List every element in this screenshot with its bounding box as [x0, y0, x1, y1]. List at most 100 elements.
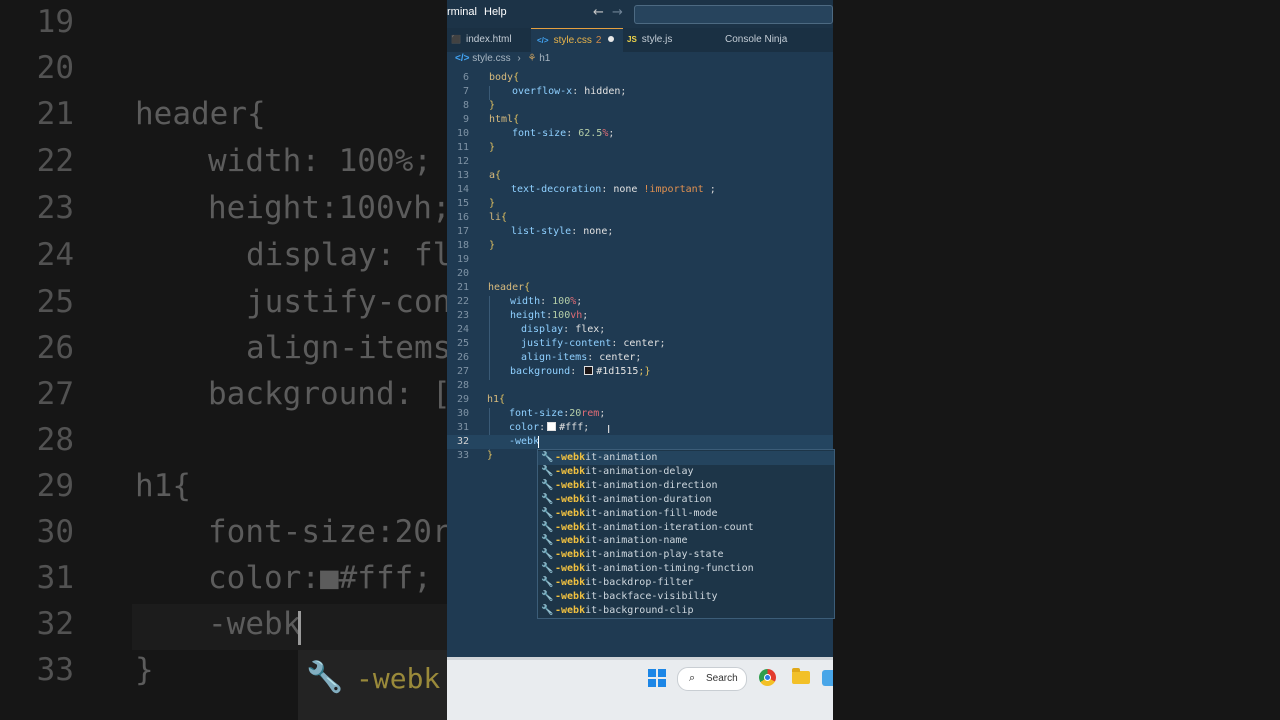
code-line: 17 list-style: none; — [456, 226, 614, 237]
bg-code-line: 30 font-size:20r — [36, 514, 447, 550]
code-line: 26 align-items: center; — [456, 352, 642, 363]
code-line: 24 display: flex; — [456, 324, 606, 335]
app-icon[interactable] — [822, 670, 833, 686]
code-line: 12 — [456, 156, 469, 167]
tab-label: style.js — [641, 34, 673, 45]
file-explorer-icon[interactable] — [792, 668, 810, 684]
arrow-right-icon[interactable]: → — [612, 5, 623, 20]
suggestion-label: -webkit-animation-play-state — [555, 549, 724, 561]
css-file-icon: </> — [537, 36, 549, 45]
suggestion-item[interactable]: 🔧 -webkit-animation-fill-mode — [538, 507, 834, 521]
suggestion-item[interactable]: 🔧 -webkit-animation-iteration-count — [538, 521, 834, 535]
suggestion-item[interactable]: 🔧 -webkit-animation-timing-function — [538, 562, 834, 576]
code-line: 10 font-size: 62.5%; — [456, 128, 615, 139]
breadcrumb-file[interactable]: style.css — [472, 53, 510, 64]
code-line: 14 text-decoration: none !important ; — [456, 184, 716, 195]
bg-code-line: 31 color:■#fff; — [36, 560, 432, 596]
windows-start-icon[interactable] — [648, 669, 666, 687]
bg-code-line: 27 background: [ — [36, 376, 447, 412]
code-line: 19 — [456, 254, 469, 265]
suggestion-item[interactable]: 🔧 -webkit-backdrop-filter — [538, 576, 834, 590]
color-swatch[interactable] — [547, 422, 557, 431]
suggestion-item[interactable]: 🔧 -webkit-animation-delay — [538, 465, 834, 479]
bg-suggest-popup: 🔧 -webk — [298, 650, 447, 720]
code-line: 22 width: 100%; — [456, 296, 583, 307]
bg-suggest-text: -webk — [356, 662, 441, 695]
bg-code-line: 19 — [36, 4, 74, 40]
suggestion-label: -webkit-backdrop-filter — [555, 577, 694, 589]
menu-help[interactable]: Help — [484, 6, 507, 18]
bg-code-line: 21 header{ — [36, 96, 266, 132]
bg-code-line: 22 width: 100%; — [36, 143, 432, 179]
suggestion-item[interactable]: 🔧 -webkit-backface-visibility — [538, 590, 834, 604]
bg-wrench-icon: 🔧 — [306, 660, 344, 695]
code-line: 20 — [456, 268, 469, 279]
wrench-icon: 🔧 — [541, 465, 554, 477]
tab-label: index.html — [465, 34, 512, 45]
suggestion-label: -webkit-animation-iteration-count — [555, 521, 754, 533]
code-line: 6 body{ — [462, 72, 520, 83]
bg-code-line: 26 align-items — [36, 330, 447, 366]
wrench-icon: 🔧 — [541, 521, 554, 533]
menu-terminal[interactable]: rminal — [447, 6, 477, 18]
code-line: 9 html{ — [462, 114, 520, 125]
wrench-icon: 🔧 — [541, 604, 554, 616]
wrench-icon: 🔧 — [541, 507, 554, 519]
bg-code-line: 20 — [36, 50, 74, 86]
tab-style-js[interactable]: JS style.js — [623, 28, 707, 52]
tab-label: style.css — [553, 35, 592, 46]
code-line: 15} — [456, 198, 496, 209]
bg-code-line: 24 display: fl — [36, 237, 447, 273]
code-line: 7 overflow-x: hidden; — [462, 86, 627, 97]
search-icon: ⌕ — [689, 671, 696, 684]
code-line: 23 height:100vh; — [456, 310, 589, 321]
suggestion-label: -webkit-animation-direction — [555, 479, 718, 491]
color-swatch[interactable] — [584, 366, 594, 375]
suggestion-item[interactable]: 🔧 -webkit-animation-duration — [538, 493, 834, 507]
suggestion-item[interactable]: 🔧 -webkit-background-clip — [538, 604, 834, 618]
title-bar: rminal Help ← → — [447, 0, 833, 28]
suggestion-item[interactable]: 🔧 -webkit-animation-direction — [538, 479, 834, 493]
taskbar-search-button[interactable]: ⌕ Search — [677, 667, 747, 691]
wrench-icon: 🔧 — [541, 452, 554, 463]
code-line: 21 header{ — [456, 282, 531, 293]
wrench-icon: 🔧 — [541, 535, 554, 547]
code-line: 28 — [456, 380, 469, 391]
ibeam-cursor-icon: I — [607, 423, 611, 436]
breadcrumb-symbol[interactable]: h1 — [539, 53, 550, 64]
chrome-icon[interactable] — [759, 669, 776, 686]
unsaved-dot-icon[interactable] — [608, 36, 615, 42]
suggestion-item[interactable]: 🔧 -webkit-animation-name — [538, 534, 834, 548]
bg-code-line: 23 height:100vh; — [36, 190, 447, 226]
code-line: 16 li{ — [456, 212, 508, 223]
suggestion-item[interactable]: 🔧 -webkit-animation-play-state — [538, 548, 834, 562]
suggestion-label: -webkit-backface-visibility — [555, 591, 718, 602]
suggestion-label: -webkit-animation-timing-function — [555, 563, 754, 575]
code-line: 13 a{ — [456, 170, 502, 181]
bg-code-line: 28 — [36, 422, 74, 458]
autocomplete-popup[interactable]: 🔧 -webkit-animation 🔧 -webkit-animation-del… — [537, 449, 835, 619]
suggestion-label: -webkit-background-clip — [555, 604, 694, 616]
problems-count: 2 — [595, 35, 602, 46]
tab-style-css[interactable]: </> style.css 2 — [531, 28, 623, 53]
code-line: 25 justify-content: center; — [456, 338, 666, 349]
windows-taskbar: ⌕ Search — [447, 657, 833, 720]
tab-index-html[interactable]: ⬛ index.html — [447, 28, 535, 52]
suggestion-label: -webkit-animation-duration — [555, 493, 712, 505]
code-line: 27 background: #1d1515;} — [456, 366, 651, 377]
bg-code-line: 32 -webk — [36, 606, 302, 642]
suggestion-label: -webkit-animation — [555, 452, 658, 463]
code-line-current: 32 -webk — [447, 435, 833, 449]
code-line: 29 h1{ — [456, 394, 506, 405]
bg-cursor — [298, 611, 301, 645]
breadcrumb: </> style.css › ⚘ h1 — [455, 53, 550, 67]
command-center-input[interactable] — [634, 5, 833, 24]
suggestion-item[interactable]: 🔧 -webkit-animation — [538, 451, 834, 465]
tab-label: Console Ninja — [725, 34, 788, 45]
css-file-icon: </> — [455, 53, 470, 64]
code-line: 30 font-size:20rem; — [456, 408, 606, 419]
tab-console-ninja[interactable]: Console Ninja — [725, 28, 825, 52]
arrow-left-icon[interactable]: ← — [593, 5, 604, 20]
code-line: 31 color: #fff; — [456, 422, 590, 433]
js-file-icon: JS — [627, 35, 637, 44]
